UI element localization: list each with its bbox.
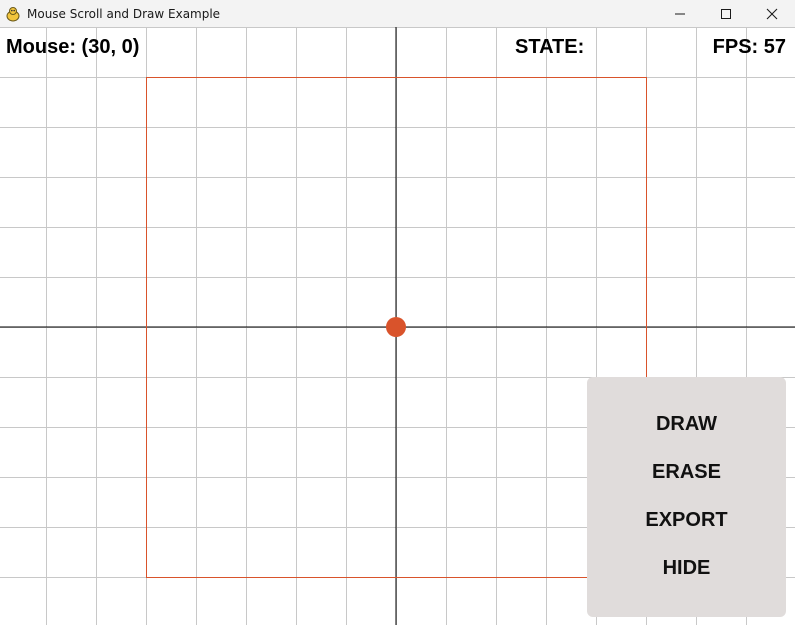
window-title: Mouse Scroll and Draw Example (27, 6, 221, 21)
drawing-canvas[interactable]: Mouse: (30, 0) STATE: FPS: 57 DRAW ERASE… (0, 27, 795, 625)
export-button[interactable]: EXPORT (587, 509, 786, 532)
action-menu-panel: DRAW ERASE EXPORT HIDE (587, 377, 786, 617)
close-icon (766, 8, 778, 19)
fps-counter: FPS: 57 (712, 36, 786, 58)
draw-button[interactable]: DRAW (587, 413, 786, 436)
state-label: STATE: (515, 36, 585, 58)
origin-point (386, 317, 406, 337)
close-button[interactable] (749, 0, 795, 27)
hide-button[interactable]: HIDE (587, 557, 786, 580)
maximize-icon (721, 8, 731, 19)
minimize-icon (675, 13, 685, 14)
erase-button[interactable]: ERASE (587, 461, 786, 484)
mouse-coordinates: Mouse: (30, 0) (6, 36, 140, 58)
minimize-button[interactable] (657, 0, 703, 27)
pygame-icon (5, 6, 21, 22)
maximize-button[interactable] (703, 0, 749, 27)
title-bar: Mouse Scroll and Draw Example (0, 0, 795, 27)
